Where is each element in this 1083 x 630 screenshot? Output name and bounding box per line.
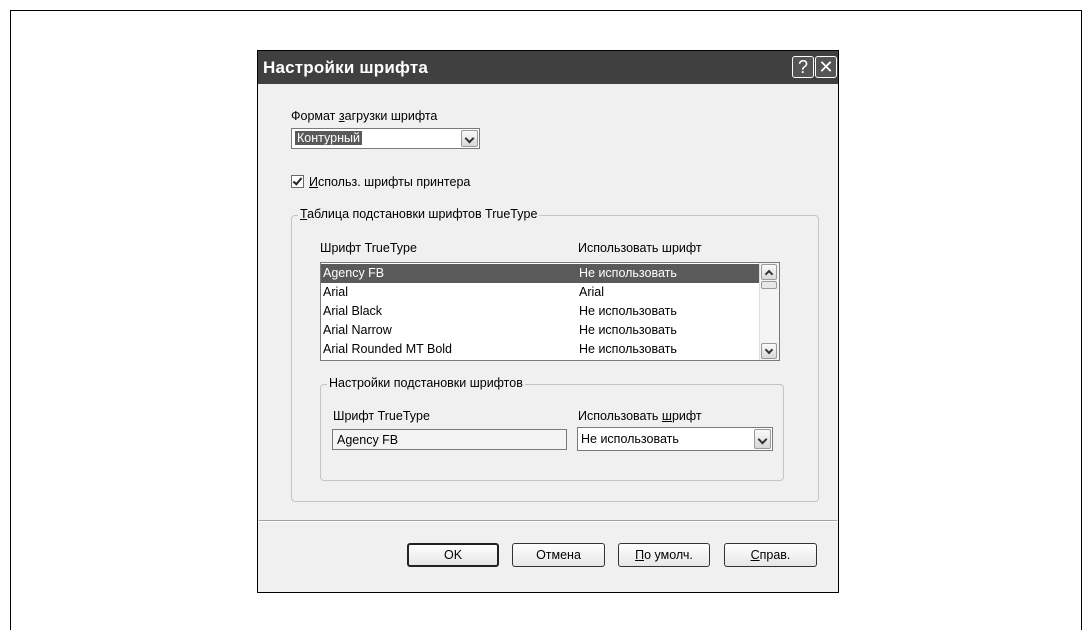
list-item[interactable]: Arial Black Не использовать [321,302,761,321]
scroll-up-button[interactable] [761,264,777,280]
truetype-font-label: Шрифт TrueType [333,409,430,423]
dialog-title: Настройки шрифта [263,58,429,77]
use-font-value: Не использовать [581,432,679,446]
chevron-down-icon [757,434,768,445]
separator [259,520,837,522]
use-printer-fonts-label[interactable]: Использ. шрифты принтера [309,175,470,189]
list-item[interactable]: Arial Arial [321,283,761,302]
use-printer-fonts-checkbox[interactable] [291,175,304,188]
use-font-select[interactable]: Не использовать [577,427,773,451]
question-icon: ? [797,57,808,77]
list-item[interactable]: Arial Rounded MT Bold Не использовать [321,340,761,359]
substitution-settings-title: Настройки подстановки шрифтов [327,376,525,390]
chevron-down-icon [464,133,475,144]
help-text-button[interactable]: Справ. [724,543,817,567]
font-substitution-list[interactable]: Agency FB Не использовать Arial Arial Ar… [320,262,780,361]
substitution-table-title: Таблица подстановки шрифтов TrueType [298,207,540,221]
download-format-dropdown-button[interactable] [461,130,478,147]
close-icon: ✕ [818,57,834,77]
download-format-value: Контурный [295,131,362,145]
scroll-down-button[interactable] [761,343,777,359]
cancel-button[interactable]: Отмена [512,543,605,567]
font-settings-dialog: Настройки шрифта ? ✕ Формат загрузки шри… [257,50,839,593]
use-font-dropdown-button[interactable] [754,429,771,449]
download-format-label: Формат загрузки шрифта [291,109,438,123]
defaults-button[interactable]: По умолч. [618,543,710,567]
list-item[interactable]: Arial Narrow Не использовать [321,321,761,340]
use-font-label: Использовать шрифт [578,409,702,423]
chevron-down-icon [764,345,774,355]
scroll-thumb[interactable] [761,281,777,289]
column-header-use-font: Использовать шрифт [578,241,702,255]
truetype-font-field: Agency FB [332,429,567,450]
list-scrollbar[interactable] [759,263,779,360]
download-format-select[interactable]: Контурный [291,128,480,149]
column-header-truetype: Шрифт TrueType [320,241,417,255]
help-button[interactable]: ? [792,56,814,78]
title-bar[interactable]: Настройки шрифта ? ✕ [258,51,838,84]
close-button[interactable]: ✕ [815,56,837,78]
ok-button[interactable]: OK [407,543,499,567]
chevron-up-icon [764,269,774,279]
list-item[interactable]: Agency FB Не использовать [321,264,761,283]
